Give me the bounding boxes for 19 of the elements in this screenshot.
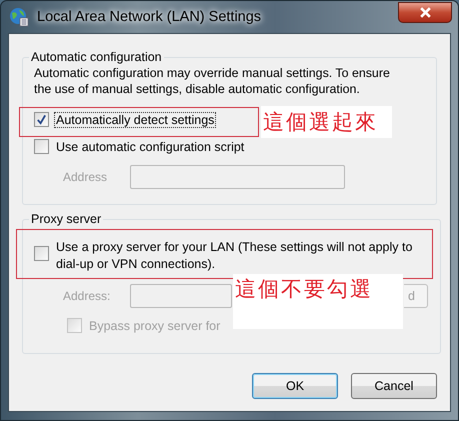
annotation-text: 這個選起來 xyxy=(261,106,392,138)
address-label: Address xyxy=(62,169,108,185)
network-globe-icon xyxy=(9,7,29,27)
checkbox[interactable] xyxy=(34,112,49,127)
window-title: Local Area Network (LAN) Settings xyxy=(37,9,262,25)
annotation-text: 這個不要勾選 xyxy=(233,274,403,329)
dialog-button[interactable]: OK xyxy=(252,373,338,399)
description-text: Automatic configuration may override manual settings. To ensure the use of manual settings, disable automatic configuration. xyxy=(34,65,391,97)
close-button[interactable] xyxy=(398,2,452,23)
close-icon xyxy=(418,7,432,18)
dialog-button[interactable]: Cancel xyxy=(351,373,437,399)
checkbox-label[interactable]: Use a proxy server for your LAN (These settings will not apply to dial-up or VPN connections). xyxy=(54,238,428,274)
group-title: Proxy server xyxy=(30,212,102,226)
checkbox-label[interactable]: Automatically detect settings xyxy=(54,112,216,128)
group-title: Automatic configuration xyxy=(30,50,163,64)
checkbox[interactable] xyxy=(34,246,49,261)
checkbox[interactable] xyxy=(34,139,49,154)
address-label: Address: xyxy=(62,288,112,304)
checkbox-label[interactable]: Use automatic configuration script xyxy=(54,138,246,154)
